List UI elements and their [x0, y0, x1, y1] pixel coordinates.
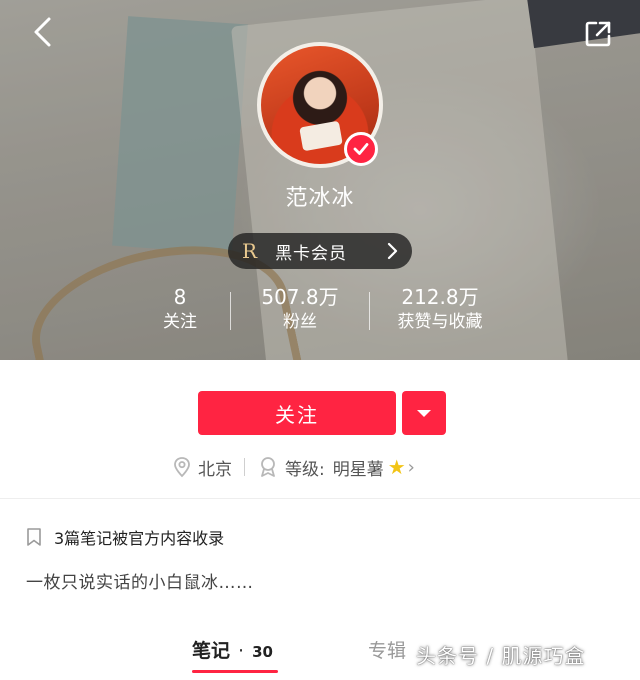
stat-likes-and-collects[interactable]: 212.8万 获赞与收藏: [370, 284, 510, 338]
chevron-right-icon: [387, 242, 398, 260]
bookmark-icon: [26, 527, 42, 547]
verified-badge: [344, 132, 378, 166]
tab-notes-label: 笔记: [192, 640, 231, 662]
stat-following-label: 关注: [163, 312, 197, 332]
watermark: 头条号 / 肌源巧盒: [416, 644, 586, 668]
tab-notes[interactable]: 笔记 · 30: [192, 636, 273, 663]
profile-name: 范冰冰: [285, 186, 355, 211]
level-label: 等级:: [285, 459, 325, 480]
profile-meta: 北京 等级: 明星薯 ★ ›: [172, 452, 415, 482]
location-text: 北京: [198, 459, 232, 480]
active-tab-indicator: [192, 670, 278, 673]
collection-notice-text: 3篇笔记被官方内容收录: [54, 529, 225, 548]
tab-album[interactable]: 专辑: [368, 636, 406, 663]
share-icon: [585, 21, 611, 47]
share-button[interactable]: [580, 16, 616, 52]
dropdown-icon: [417, 409, 431, 417]
back-button[interactable]: [24, 14, 60, 50]
chevron-right-icon[interactable]: ›: [408, 457, 415, 478]
location-pin-icon: [172, 456, 192, 478]
level-value[interactable]: 明星薯: [333, 455, 384, 480]
level-medal-icon: [257, 456, 279, 478]
stat-followers-value: 507.8万: [261, 285, 339, 309]
star-icon: ★: [387, 455, 406, 479]
vip-membership-badge[interactable]: R 黑卡会员: [228, 233, 412, 269]
avatar-detail: [299, 120, 343, 152]
profile-stats: 8 关注 507.8万 粉丝 212.8万 获赞与收藏: [130, 284, 530, 338]
meta-divider: [244, 458, 245, 476]
vip-label: 黑卡会员: [275, 243, 348, 264]
section-divider: [0, 498, 640, 499]
stat-followers[interactable]: 507.8万 粉丝: [231, 284, 369, 338]
stat-followers-label: 粉丝: [283, 312, 317, 332]
tab-notes-dot: ·: [238, 640, 245, 662]
stat-likes-label: 获赞与收藏: [397, 312, 483, 332]
stat-likes-value: 212.8万: [401, 285, 479, 309]
chevron-left-icon: [34, 17, 51, 47]
follow-button[interactable]: 关注: [198, 391, 396, 435]
more-options-button[interactable]: [402, 391, 446, 435]
stat-following[interactable]: 8 关注: [130, 284, 230, 338]
checkmark-icon: [353, 143, 369, 155]
tab-notes-count: 30: [252, 643, 273, 661]
vip-logo-icon: R: [242, 239, 258, 263]
profile-bio: 一枚只说实话的小白鼠冰……: [26, 573, 254, 593]
stat-following-value: 8: [173, 285, 187, 309]
official-collection-notice[interactable]: 3篇笔记被官方内容收录: [26, 524, 224, 550]
